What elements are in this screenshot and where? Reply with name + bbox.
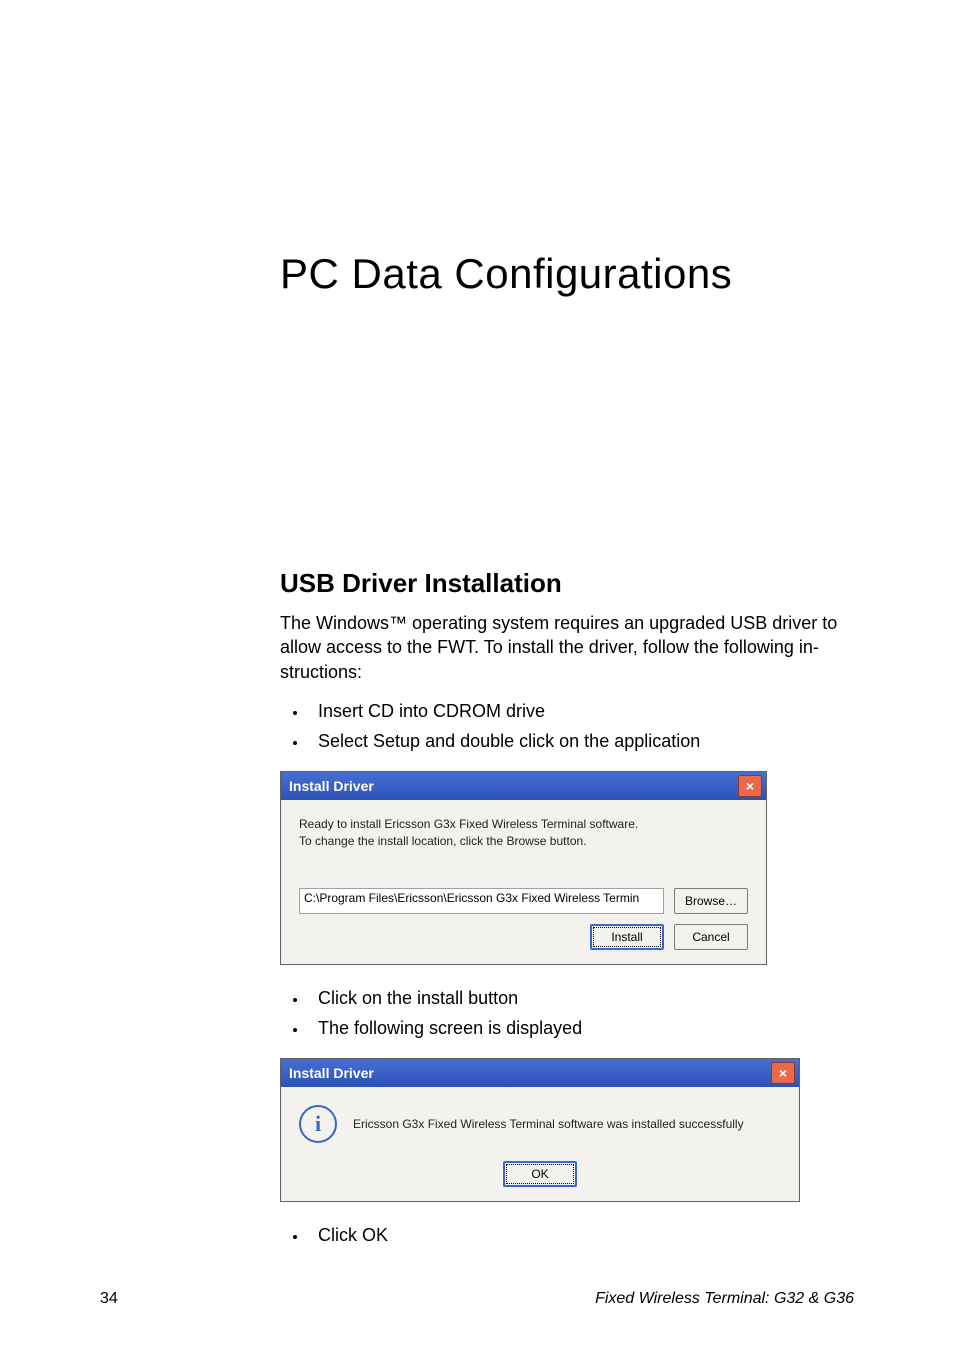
list-item: Select Setup and double click on the app…	[308, 726, 854, 757]
list-item: Insert CD into CDROM drive	[308, 696, 854, 727]
bullet-list-1: Insert CD into CDROM drive Select Setup …	[280, 696, 854, 757]
dialog-message: Ready to install Ericsson G3x Fixed Wire…	[299, 816, 748, 850]
install-button[interactable]: Install	[590, 924, 664, 950]
success-message: Ericsson G3x Fixed Wireless Terminal sof…	[353, 1117, 744, 1131]
install-path-row: C:\Program Files\Ericsson\Ericsson G3x F…	[299, 888, 748, 914]
bullet-list-2: Click on the install button The followin…	[280, 983, 854, 1044]
close-icon[interactable]: ×	[738, 775, 762, 797]
dialog-line-1: Ready to install Ericsson G3x Fixed Wire…	[299, 817, 638, 831]
close-icon[interactable]: ×	[771, 1062, 795, 1084]
info-icon: i	[299, 1105, 337, 1143]
list-item: The following screen is displayed	[308, 1013, 854, 1044]
bullet-list-3: Click OK	[280, 1220, 854, 1251]
cancel-button[interactable]: Cancel	[674, 924, 748, 950]
dialog-button-row: Install Cancel	[299, 924, 748, 950]
page-number: 34	[100, 1290, 118, 1308]
footer-doc-title: Fixed Wireless Terminal: G32 & G36	[595, 1290, 854, 1308]
install-driver-dialog-2: Install Driver × i Ericsson G3x Fixed Wi…	[280, 1058, 800, 1202]
browse-button[interactable]: Browse…	[674, 888, 748, 914]
message-row: i Ericsson G3x Fixed Wireless Terminal s…	[295, 1101, 785, 1143]
list-item: Click OK	[308, 1220, 854, 1251]
page-footer: 34 Fixed Wireless Terminal: G32 & G36	[100, 1290, 854, 1308]
dialog-body: Ready to install Ericsson G3x Fixed Wire…	[281, 800, 766, 964]
install-driver-dialog-1: Install Driver × Ready to install Ericss…	[280, 771, 767, 965]
intro-paragraph: The Windows™ operating system requires a…	[280, 611, 854, 684]
install-path-input[interactable]: C:\Program Files\Ericsson\Ericsson G3x F…	[299, 888, 664, 914]
dialog-body: i Ericsson G3x Fixed Wireless Terminal s…	[281, 1087, 799, 1201]
dialog-titlebar: Install Driver ×	[281, 772, 766, 800]
ok-button[interactable]: OK	[503, 1161, 577, 1187]
ok-button-row: OK	[295, 1161, 785, 1187]
dialog-title: Install Driver	[289, 1065, 374, 1081]
dialog-titlebar: Install Driver ×	[281, 1059, 799, 1087]
section-title: USB Driver Installation	[280, 568, 854, 599]
dialog-title: Install Driver	[289, 778, 374, 794]
page-heading: PC Data Configurations	[280, 250, 854, 298]
dialog-line-2: To change the install location, click th…	[299, 834, 587, 848]
list-item: Click on the install button	[308, 983, 854, 1014]
